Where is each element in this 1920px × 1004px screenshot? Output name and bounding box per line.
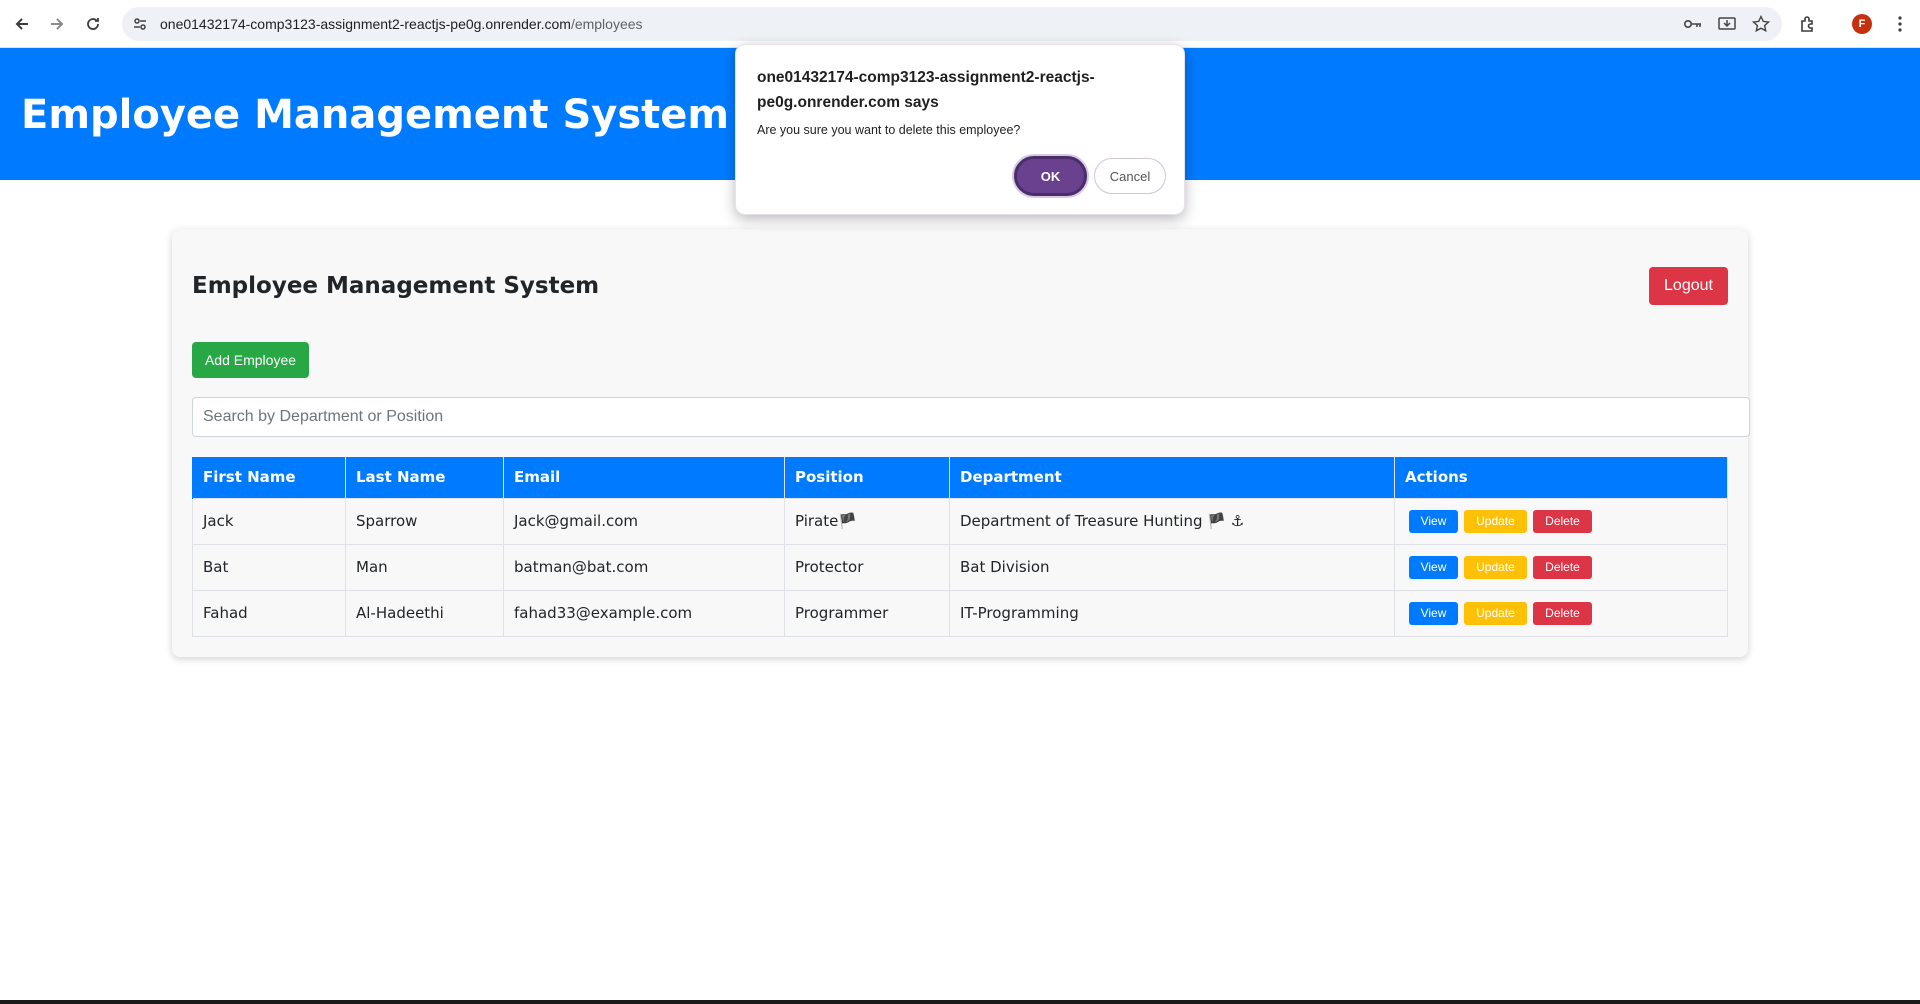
cell-last-name: Man: [345, 543, 504, 591]
table-header-row: First Name Last Name Email Position Depa…: [192, 457, 1728, 498]
dialog-message: Are you sure you want to delete this emp…: [757, 123, 1021, 137]
extensions-icon[interactable]: [1796, 12, 1820, 36]
install-app-icon[interactable]: [1716, 13, 1738, 35]
search-input[interactable]: [192, 397, 1750, 437]
cell-position: Programmer: [784, 589, 950, 637]
col-last-name: Last Name: [345, 457, 504, 498]
cell-email: Jack@gmail.com: [503, 497, 785, 545]
view-button[interactable]: View: [1409, 601, 1458, 625]
reload-icon[interactable]: [81, 12, 105, 36]
address-bar[interactable]: one01432174-comp3123-assignment2-reactjs…: [122, 7, 1782, 41]
cell-last-name: Al-Hadeethi: [345, 589, 504, 637]
delete-button[interactable]: Delete: [1533, 509, 1592, 533]
col-email: Email: [503, 457, 785, 498]
update-button[interactable]: Update: [1464, 509, 1527, 533]
ok-button[interactable]: OK: [1014, 156, 1087, 196]
col-first-name: First Name: [192, 457, 346, 498]
cell-first-name: Jack: [192, 497, 346, 545]
cell-email: fahad33@example.com: [503, 589, 785, 637]
col-department: Department: [949, 457, 1395, 498]
cell-department: Bat Division: [949, 543, 1395, 591]
col-position: Position: [784, 457, 950, 498]
card-title: Employee Management System: [192, 273, 600, 299]
browser-toolbar: one01432174-comp3123-assignment2-reactjs…: [0, 0, 1920, 48]
delete-button[interactable]: Delete: [1533, 601, 1592, 625]
view-button[interactable]: View: [1409, 509, 1458, 533]
view-button[interactable]: View: [1409, 555, 1458, 579]
update-button[interactable]: Update: [1464, 555, 1527, 579]
table-row: Jack Sparrow Jack@gmail.com Pirate🏴 Depa…: [192, 497, 1728, 545]
col-actions: Actions: [1394, 457, 1728, 498]
cancel-button[interactable]: Cancel: [1094, 158, 1166, 194]
key-icon[interactable]: [1682, 13, 1704, 35]
cell-last-name: Sparrow: [345, 497, 504, 545]
bottom-divider: [0, 1000, 1920, 1004]
cell-actions: View Update Delete: [1394, 497, 1728, 545]
browser-menu-icon[interactable]: [1888, 12, 1912, 36]
profile-avatar[interactable]: F: [1850, 12, 1874, 36]
back-arrow-icon[interactable]: [10, 12, 34, 36]
employee-table: First Name Last Name Email Position Depa…: [192, 457, 1728, 637]
cell-position: Pirate🏴: [784, 497, 950, 545]
cell-actions: View Update Delete: [1394, 543, 1728, 591]
table-row: Bat Man batman@bat.com Protector Bat Div…: [192, 543, 1728, 591]
cell-actions: View Update Delete: [1394, 589, 1728, 637]
forward-arrow-icon[interactable]: [45, 12, 69, 36]
add-employee-button[interactable]: Add Employee: [192, 342, 309, 378]
dialog-title: one01432174-comp3123-assignment2-reactjs…: [757, 69, 1095, 111]
cell-department: IT-Programming: [949, 589, 1395, 637]
site-info-icon[interactable]: [131, 15, 149, 33]
cell-position: Protector: [784, 543, 950, 591]
bookmark-star-icon[interactable]: [1750, 13, 1772, 35]
table-row: Fahad Al-Hadeethi fahad33@example.com Pr…: [192, 589, 1728, 637]
logout-button[interactable]: Logout: [1649, 267, 1728, 305]
delete-button[interactable]: Delete: [1533, 555, 1592, 579]
app-title: Employee Management System: [21, 92, 730, 138]
cell-first-name: Bat: [192, 543, 346, 591]
cell-email: batman@bat.com: [503, 543, 785, 591]
cell-first-name: Fahad: [192, 589, 346, 637]
cell-department: Department of Treasure Hunting 🏴 ⚓: [949, 497, 1395, 545]
employee-card: Employee Management System Logout Add Em…: [172, 229, 1750, 657]
url-text: one01432174-comp3123-assignment2-reactjs…: [160, 16, 643, 32]
update-button[interactable]: Update: [1464, 601, 1527, 625]
confirm-dialog: one01432174-comp3123-assignment2-reactjs…: [735, 44, 1185, 215]
